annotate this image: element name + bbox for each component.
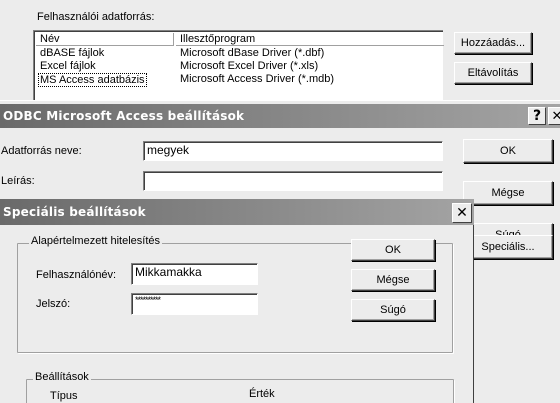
password-input[interactable]: ********** [131,293,258,315]
dsn-driver-cell: Microsoft Access Driver (*.mdb) [180,73,335,85]
special-button[interactable]: Speciális... [463,235,553,259]
settings-group-label: Beállítások [33,371,91,383]
dsn-driver-cell: Microsoft Excel Driver (*.xls) [180,60,319,72]
dsn-name-cell: Excel fájlok [40,60,96,72]
username-label: Felhasználónév: [36,269,117,281]
dsn-name-input[interactable]: megyek [143,141,443,161]
ok-button[interactable]: OK [351,239,435,261]
add-button[interactable]: Hozzáadás... [454,32,532,54]
special-dialog-titlebar: Speciális beállítások [0,199,474,225]
username-input[interactable]: Mikkamakka [131,263,258,285]
help-button[interactable]: Súgó [351,299,435,321]
ok-button[interactable]: OK [463,139,553,163]
dsn-driver-cell: Microsoft dBase Driver (*.dbf) [180,47,325,59]
description-input[interactable] [143,171,443,191]
dsn-name-cell: MS Access adatbázis [38,73,147,87]
column-header-name-label: Név [40,33,60,45]
column-header-driver-label: Illesztőprogram [180,33,256,45]
special-dialog-title: Speciális beállítások [3,205,146,219]
settings-column-value[interactable]: Érték [249,388,275,400]
user-dsn-group-label: Felhasználói adatforrás: [37,11,155,23]
remove-button[interactable]: Eltávolítás [454,62,532,84]
description-label: Leírás: [1,175,35,187]
column-header-driver[interactable]: Illesztőprogram [176,33,444,46]
dsn-list-header: Név Illesztőprogram [36,33,444,46]
back-window: Felhasználói adatforrás: Név Illesztőpro… [0,0,560,100]
dsn-name-label: Adatforrás neve: [1,145,82,157]
special-settings-dialog: Speciális beállítások ✕ Alapértelmezett … [0,199,474,403]
dsn-list[interactable]: Név Illesztőprogram dBASE fájlok Microso… [33,30,444,100]
settings-column-type[interactable]: Típus [50,390,78,402]
odbc-dialog-titlebar: ODBC Microsoft Access beállítások [0,104,560,128]
table-row[interactable]: dBASE fájlok Microsoft dBase Driver (*.d… [36,47,444,60]
close-icon[interactable]: ✕ [452,203,472,223]
close-icon[interactable]: ✕ [548,107,560,125]
table-row[interactable]: Excel fájlok Microsoft Excel Driver (*.x… [36,60,444,73]
cancel-button[interactable]: Mégse [463,181,553,205]
cancel-button[interactable]: Mégse [351,269,435,291]
password-label: Jelszó: [36,298,71,310]
table-row[interactable]: MS Access adatbázis Microsoft Access Dri… [36,73,444,87]
column-header-name[interactable]: Név [36,33,174,46]
help-icon[interactable]: ? [528,107,546,125]
odbc-dialog-title: ODBC Microsoft Access beállítások [3,109,245,123]
dsn-name-cell: dBASE fájlok [40,47,105,59]
default-auth-group-label: Alapértelmezett hitelesítés [29,235,163,247]
